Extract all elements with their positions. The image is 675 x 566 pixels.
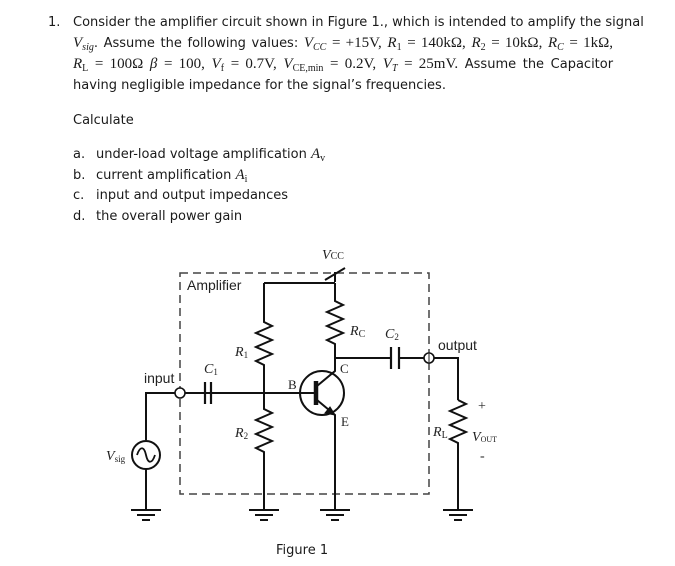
- c2-capacitor: [389, 347, 401, 369]
- rl-label: RL: [432, 425, 448, 441]
- sine-icon: [136, 447, 156, 463]
- output-label: output: [438, 337, 477, 353]
- r2-label: R2: [234, 426, 248, 441]
- rl-resistor: [447, 399, 469, 510]
- ground-icon: [131, 509, 161, 521]
- circuit-diagram: Amplifier input output VCC R1 R2 RC RL C…: [106, 248, 497, 521]
- c1-label: C1: [204, 362, 218, 377]
- plus-sign: +: [478, 399, 486, 414]
- input-label: input: [144, 370, 174, 386]
- emitter-label: E: [341, 414, 349, 429]
- ground-icon: [443, 509, 473, 521]
- r1-label: R1: [234, 345, 248, 360]
- input-node: [174, 387, 186, 399]
- c2-label: C2: [385, 327, 399, 342]
- r2-resistor: [253, 393, 275, 510]
- rc-label: RC: [349, 324, 366, 340]
- ground-icon: [320, 509, 350, 521]
- vout-label: VOUT: [472, 430, 497, 445]
- vsig-wire: [145, 392, 176, 510]
- rc-resistor: [324, 283, 346, 358]
- amplifier-label: Amplifier: [187, 277, 242, 293]
- vcc-terminal: [324, 267, 346, 282]
- vsig-label: Vsig: [106, 449, 126, 464]
- amplifier-boundary: [179, 272, 430, 495]
- base-label: B: [288, 377, 297, 392]
- vcc-label: VCC: [322, 248, 344, 263]
- ground-icon: [249, 509, 279, 521]
- collector-label: C: [340, 361, 349, 376]
- figure-caption: Figure 1: [276, 543, 329, 558]
- r1-resistor: [253, 283, 275, 393]
- minus-sign: -: [480, 449, 485, 464]
- collector-wire: [335, 357, 459, 400]
